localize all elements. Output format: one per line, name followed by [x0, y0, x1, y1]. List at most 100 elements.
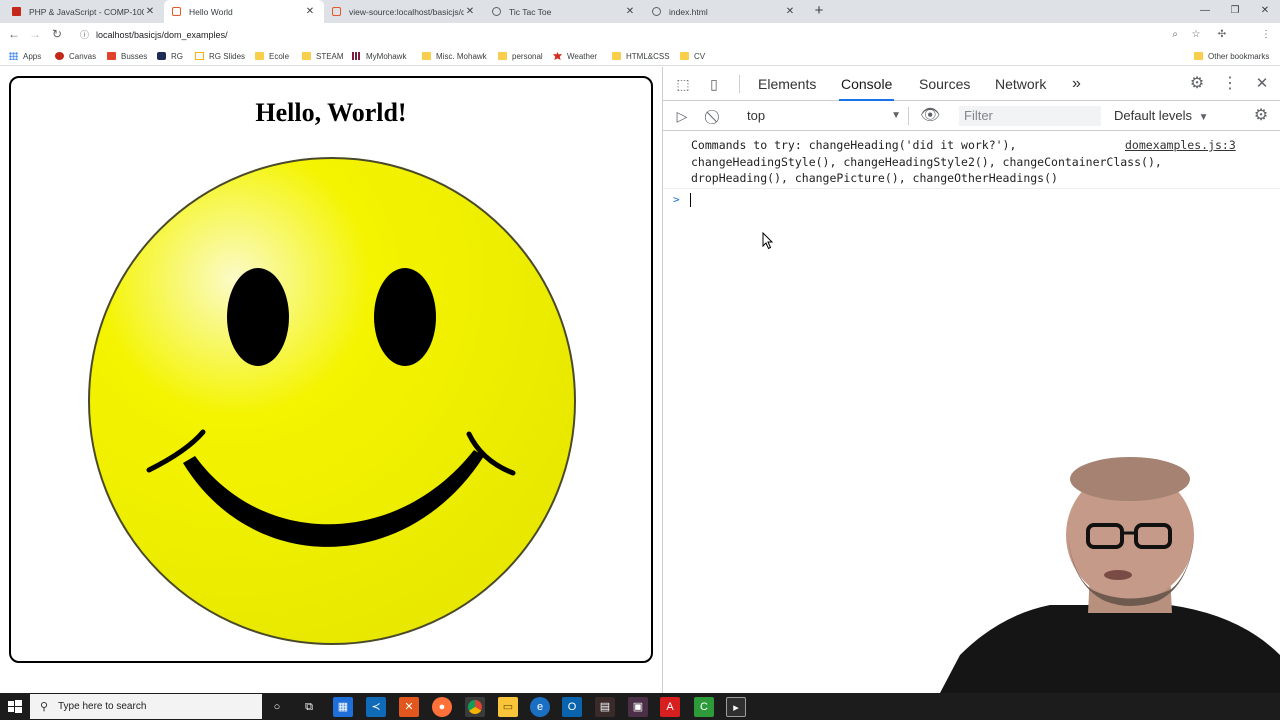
bookmark-star-icon[interactable]: ☆ — [1187, 25, 1205, 44]
close-tab-icon[interactable]: ✕ — [784, 6, 796, 17]
windows-start-icon[interactable] — [6, 698, 24, 716]
acrobat-app-icon[interactable]: A — [660, 697, 680, 717]
vscode-app-icon[interactable]: ≺ — [366, 697, 386, 717]
bookmark-rg[interactable]: RG — [157, 49, 183, 63]
windows-taskbar: ⚲ Type here to search ○ ⧉ ▦ ≺ ✕ ● ▭ e O … — [0, 693, 1280, 720]
sidebar-toggle-icon[interactable]: ▷ — [672, 107, 692, 125]
new-tab-button[interactable]: + — [810, 2, 828, 20]
maple-leaf-icon — [553, 52, 562, 60]
bookmark-mymohawk[interactable]: MyMohawk — [352, 49, 406, 63]
extensions-icon[interactable]: ✣ — [1213, 25, 1231, 44]
mouse-pointer-icon — [762, 232, 774, 250]
browser-tab[interactable]: Tic Tac Toe ✕ — [484, 0, 644, 23]
close-tab-icon[interactable]: ✕ — [144, 6, 156, 17]
store-app-icon[interactable]: ▦ — [333, 697, 353, 717]
bookmark-ecole[interactable]: Ecole — [255, 49, 289, 63]
bookmark-label: HTML&CSS — [626, 51, 670, 61]
task-view-icon[interactable]: ⧉ — [299, 697, 319, 717]
bookmark-rg-slides[interactable]: RG Slides — [195, 49, 245, 63]
console-settings-gear-icon[interactable]: ⚙ — [1251, 107, 1271, 125]
bookmark-canvas[interactable]: Canvas — [55, 49, 96, 63]
inspect-element-icon[interactable]: ⬚ — [673, 75, 693, 93]
reload-icon[interactable]: ↻ — [46, 23, 68, 46]
browser-tab[interactable]: index.html ✕ — [644, 0, 804, 23]
tab-title: index.html — [669, 6, 708, 17]
tab-title: Tic Tac Toe — [509, 6, 552, 17]
video-editor-icon[interactable]: ▣ — [628, 697, 648, 717]
url-text: localhost/basicjs/dom_examples/ — [96, 29, 228, 40]
bookmark-busses[interactable]: Busses — [107, 49, 147, 63]
canvas-icon — [55, 52, 64, 60]
bus-icon — [107, 52, 116, 60]
tab-sources[interactable]: Sources — [917, 67, 972, 101]
address-bar[interactable]: ⓘ localhost/basicjs/dom_examples/ — [70, 25, 1190, 44]
other-bookmarks[interactable]: Other bookmarks — [1194, 49, 1269, 63]
more-tabs-chevron-icon[interactable]: » — [1070, 67, 1083, 101]
terminal-app-icon[interactable]: ▸ — [726, 697, 746, 717]
bookmark-label: STEAM — [316, 51, 344, 61]
console-toolbar: ▷ ⃠ top ▼ 👁 Filter Default levels ▼ ⚙ — [663, 101, 1280, 131]
device-toolbar-icon[interactable]: ▯ — [704, 75, 724, 93]
apps-grid-icon — [9, 52, 18, 60]
bookmark-cv[interactable]: CV — [680, 49, 705, 63]
console-source-link[interactable]: domexamples.js:3 — [1125, 137, 1236, 154]
forward-arrow-icon[interactable]: → — [24, 23, 46, 46]
back-arrow-icon[interactable]: ← — [3, 23, 25, 46]
close-tab-icon[interactable]: ✕ — [624, 6, 636, 17]
bookmark-steam[interactable]: STEAM — [302, 49, 344, 63]
clear-console-icon[interactable]: ⃠ — [705, 107, 725, 125]
tab-elements[interactable]: Elements — [756, 67, 818, 101]
close-window-icon[interactable]: ✕ — [1250, 2, 1280, 20]
tab-network[interactable]: Network — [993, 67, 1048, 101]
tab-strip: PHP & JavaScript - COMP-10065 ✕ Hello Wo… — [0, 0, 1280, 23]
file-explorer-icon[interactable]: ▭ — [498, 697, 518, 717]
bookmark-label: Ecole — [269, 51, 290, 61]
tab-title: PHP & JavaScript - COMP-10065 — [29, 6, 144, 17]
minimize-icon[interactable]: — — [1190, 2, 1220, 20]
zoom-icon[interactable]: ⌕ — [1166, 25, 1184, 44]
bookmark-weather[interactable]: Weather — [553, 49, 597, 63]
browser-tab[interactable]: PHP & JavaScript - COMP-10065 ✕ — [4, 0, 164, 23]
bookmark-personal[interactable]: personal — [498, 49, 543, 63]
close-tab-icon[interactable]: ✕ — [304, 6, 316, 17]
page-viewport: Hello, World! — [0, 67, 662, 693]
context-selector[interactable]: top ▼ — [747, 107, 901, 125]
log-levels-dropdown[interactable]: Default levels ▼ — [1114, 107, 1209, 125]
tab-console[interactable]: Console — [839, 67, 895, 101]
folder-icon — [422, 52, 431, 60]
live-expression-eye-icon[interactable]: 👁 — [920, 107, 940, 125]
bookmark-label: Weather — [567, 51, 598, 61]
kebab-menu-icon[interactable]: ⋮ — [1220, 75, 1240, 93]
settings-gear-icon[interactable]: ⚙ — [1187, 75, 1207, 93]
console-separator — [663, 188, 1280, 189]
restore-icon[interactable]: ❐ — [1220, 2, 1250, 20]
bookmark-misc-mohawk[interactable]: Misc. Mohawk — [422, 49, 487, 63]
bookmark-apps[interactable]: Apps — [9, 49, 41, 63]
browser-tab-active[interactable]: Hello World ✕ — [164, 0, 324, 23]
console-filter-input[interactable]: Filter — [959, 106, 1101, 126]
right-eye — [374, 268, 436, 366]
left-eye — [227, 268, 289, 366]
bookmark-label: RG — [171, 51, 183, 61]
folder-icon — [498, 52, 507, 60]
edge-app-icon[interactable]: e — [530, 697, 550, 717]
outlook-app-icon[interactable]: O — [562, 697, 582, 717]
info-icon[interactable]: ⓘ — [80, 28, 96, 41]
console-input-caret[interactable] — [690, 193, 691, 207]
cortana-circle-icon[interactable]: ○ — [267, 697, 287, 717]
film-app-icon[interactable]: ▤ — [595, 697, 615, 717]
bookmark-html-css[interactable]: HTML&CSS — [612, 49, 670, 63]
search-placeholder: Type here to search — [58, 701, 147, 712]
browser-tab[interactable]: view-source:localhost/basicjs/do ✕ — [324, 0, 484, 23]
smiley-face — [88, 157, 576, 645]
close-devtools-icon[interactable]: ✕ — [1252, 75, 1272, 93]
camtasia-app-icon[interactable]: C — [694, 697, 714, 717]
chrome-app-icon[interactable] — [465, 697, 485, 717]
taskbar-search-box[interactable]: ⚲ Type here to search — [30, 694, 262, 719]
menu-kebab-icon[interactable]: ⋮ — [1257, 25, 1275, 44]
firefox-app-icon[interactable]: ● — [432, 697, 452, 717]
bookmark-label: Busses — [121, 51, 148, 61]
browser-toolbar: ← → ↻ ⓘ localhost/basicjs/dom_examples/ … — [0, 23, 1280, 64]
close-tab-icon[interactable]: ✕ — [464, 6, 476, 17]
xampp-app-icon[interactable]: ✕ — [399, 697, 419, 717]
